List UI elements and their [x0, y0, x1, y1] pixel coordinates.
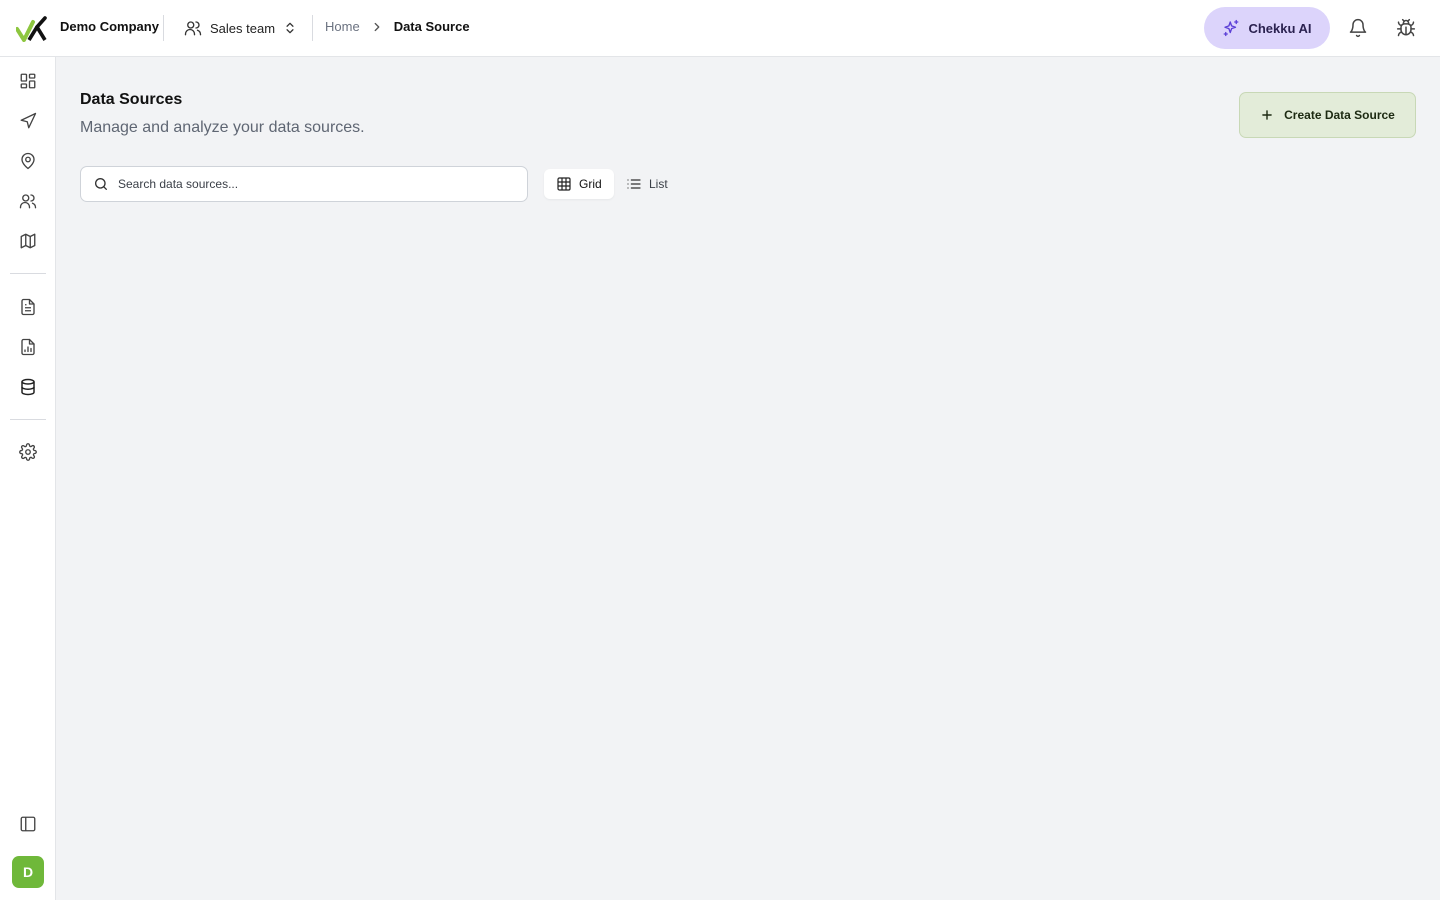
view-toggle-grid[interactable]: Grid — [544, 169, 614, 199]
top-bar: Demo Company Sales team Home Data Source — [0, 0, 1440, 57]
team-name: Sales team — [210, 20, 276, 36]
sidebar-item-map[interactable] — [10, 224, 46, 258]
header-divider — [312, 15, 313, 41]
sidebar-divider — [10, 419, 46, 420]
sidebar-toggle-button[interactable] — [10, 807, 46, 841]
chekku-ai-button[interactable]: Chekku AI — [1204, 7, 1330, 49]
sidebar-item-navigation[interactable] — [10, 104, 46, 138]
avatar[interactable]: D — [12, 856, 44, 888]
sparkles-icon — [1222, 19, 1240, 37]
company-logo[interactable] — [16, 14, 48, 42]
users-icon — [184, 19, 202, 37]
report-icon — [19, 338, 37, 356]
search-box — [80, 166, 528, 202]
bug-icon[interactable] — [1392, 14, 1420, 42]
map-icon — [19, 232, 37, 250]
create-data-source-button[interactable]: Create Data Source — [1239, 92, 1416, 138]
sidebar-item-reports[interactable] — [10, 330, 46, 364]
chevron-right-icon — [370, 20, 384, 34]
dashboard-icon — [19, 72, 37, 90]
users-icon — [19, 192, 37, 210]
company-name: Demo Company — [60, 19, 159, 34]
page-subtitle: Manage and analyze your data sources. — [80, 119, 365, 136]
sidebar-divider — [10, 273, 46, 274]
create-data-source-label: Create Data Source — [1284, 108, 1395, 122]
chekku-ai-label: Chekku AI — [1248, 20, 1312, 36]
sidebar: D — [0, 57, 56, 900]
page-title: Data Sources — [80, 91, 183, 108]
breadcrumb: Home Data Source — [325, 19, 470, 34]
sidebar-item-users[interactable] — [10, 184, 46, 218]
settings-icon — [19, 443, 37, 461]
database-icon — [19, 378, 37, 396]
view-toggle-list-label: List — [649, 177, 668, 191]
header-divider — [163, 15, 164, 41]
team-switcher[interactable]: Sales team — [174, 10, 307, 46]
sidebar-item-settings[interactable] — [10, 435, 46, 469]
plus-icon — [1260, 108, 1274, 122]
breadcrumb-current: Data Source — [393, 19, 470, 34]
document-icon — [19, 298, 37, 316]
sidebar-item-dashboard[interactable] — [10, 64, 46, 98]
navigation-icon — [19, 112, 37, 130]
map-pin-icon — [19, 152, 37, 170]
grid-icon — [556, 176, 572, 192]
sidebar-toggle-icon — [19, 815, 37, 833]
chevron-up-down-icon — [283, 21, 297, 35]
bell-icon[interactable] — [1344, 14, 1372, 42]
list-icon — [626, 176, 642, 192]
sidebar-item-documents[interactable] — [10, 290, 46, 324]
view-toggle-grid-label: Grid — [579, 177, 602, 191]
sidebar-item-data-sources[interactable] — [10, 370, 46, 404]
view-toggle-list[interactable]: List — [614, 169, 680, 199]
sidebar-item-locations[interactable] — [10, 144, 46, 178]
search-icon — [93, 176, 109, 192]
search-input[interactable] — [118, 177, 498, 191]
breadcrumb-home[interactable]: Home — [325, 19, 360, 34]
